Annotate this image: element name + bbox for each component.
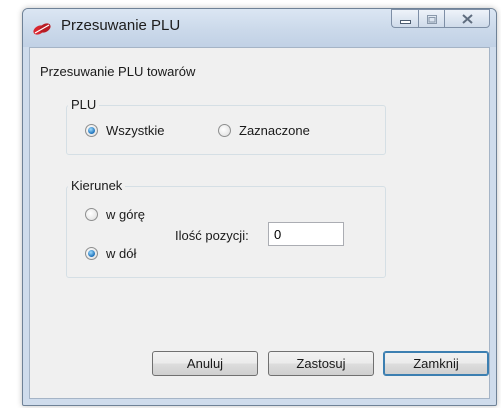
quantity-input[interactable] bbox=[268, 222, 344, 246]
radio-unselected-indicator bbox=[85, 208, 98, 221]
caption-buttons bbox=[391, 9, 490, 28]
radio-down[interactable]: w dół bbox=[85, 246, 136, 261]
cancel-button[interactable]: Anuluj bbox=[152, 351, 258, 376]
close-icon bbox=[461, 9, 473, 28]
close-button[interactable]: Zamknij bbox=[383, 351, 489, 376]
minimize-button[interactable] bbox=[391, 9, 418, 28]
quantity-label: Ilość pozycji: bbox=[175, 228, 249, 243]
app-logo-icon bbox=[32, 21, 52, 35]
maximize-button[interactable] bbox=[418, 9, 444, 28]
close-window-button[interactable] bbox=[444, 9, 490, 28]
radio-selected-indicator bbox=[85, 247, 98, 260]
plu-group-label: PLU bbox=[68, 97, 100, 112]
direction-group-label: Kierunek bbox=[68, 178, 126, 193]
radio-all[interactable]: Wszystkie bbox=[85, 123, 165, 138]
radio-marked-label: Zaznaczone bbox=[239, 123, 310, 138]
apply-button[interactable]: Zastosuj bbox=[268, 351, 374, 376]
radio-marked[interactable]: Zaznaczone bbox=[218, 123, 310, 138]
dialog-header: Przesuwanie PLU towarów bbox=[40, 64, 196, 79]
title-bar[interactable]: Przesuwanie PLU bbox=[23, 9, 496, 47]
radio-unselected-indicator bbox=[218, 124, 231, 137]
minimize-icon bbox=[399, 9, 411, 28]
radio-down-label: w dół bbox=[106, 246, 137, 261]
maximize-icon bbox=[426, 9, 437, 28]
window-title: Przesuwanie PLU bbox=[61, 17, 181, 34]
radio-up-label: w górę bbox=[106, 207, 146, 222]
radio-selected-indicator bbox=[85, 124, 98, 137]
radio-up[interactable]: w górę bbox=[85, 207, 145, 222]
radio-all-label: Wszystkie bbox=[106, 123, 165, 138]
